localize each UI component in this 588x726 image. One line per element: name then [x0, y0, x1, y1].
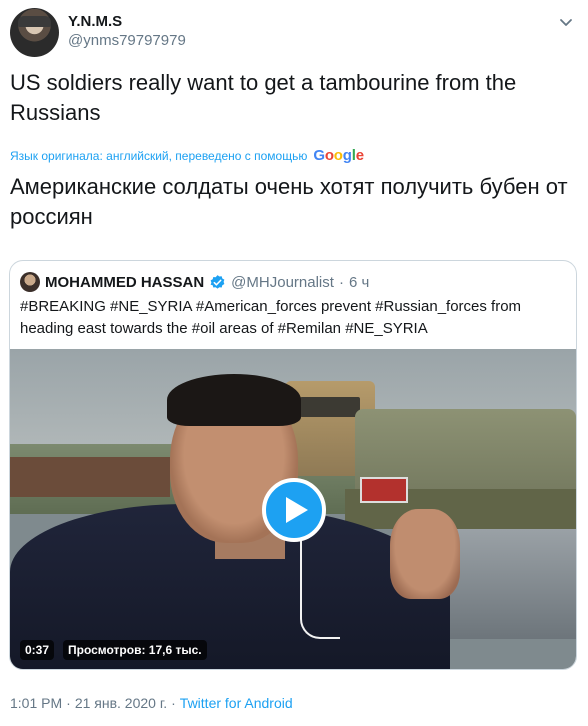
meta-separator-2: ·	[171, 695, 176, 711]
quoted-tweet-header: MOHAMMED HASSAN @MHJournalist · 6 ч	[20, 272, 369, 292]
author-display-name[interactable]: Y.N.M.S	[68, 13, 122, 30]
quoted-avatar[interactable]	[20, 272, 40, 292]
verified-badge-icon	[210, 274, 225, 289]
translation-note-label: Язык оригинала: английский, переведено с…	[10, 148, 308, 163]
meta-separator: ·	[66, 695, 71, 711]
quoted-handle[interactable]: @MHJournalist	[231, 274, 334, 291]
translation-note[interactable]: Язык оригинала: английский, переведено с…	[10, 147, 364, 164]
video-person-hair	[167, 374, 301, 426]
tweet-source-link[interactable]: Twitter for Android	[180, 695, 293, 711]
tweet-text: US soldiers really want to get a tambour…	[10, 70, 517, 125]
play-icon	[285, 497, 308, 523]
video-mrap-window	[300, 397, 360, 417]
play-button[interactable]	[262, 478, 326, 542]
video-flag-emblem	[360, 477, 408, 503]
quoted-separator: ·	[338, 273, 344, 291]
avatar[interactable]	[10, 8, 59, 57]
chevron-down-icon[interactable]	[558, 14, 574, 30]
google-logo: Google	[313, 147, 364, 164]
quoted-tweet-card[interactable]: MOHAMMED HASSAN @MHJournalist · 6 ч #BRE…	[9, 260, 577, 670]
tweet-metadata: 1:01 PM · 21 янв. 2020 г. · Twitter for Andr…	[10, 695, 293, 711]
video-player[interactable]: 0:37 Просмотров: 17,6 тыс.	[10, 349, 576, 669]
quoted-tweet-text: #BREAKING #NE_SYRIA #American_forces pre…	[20, 298, 522, 337]
quoted-time[interactable]: 6 ч	[349, 274, 369, 291]
video-person-hand	[390, 509, 460, 599]
tweet-time[interactable]: 1:01 PM	[10, 695, 62, 711]
video-dirt	[10, 457, 170, 497]
video-duration-badge: 0:37	[20, 640, 55, 660]
tweet: Y.N.M.S @ynms79797979 US soldiers really…	[0, 0, 588, 726]
quoted-display-name[interactable]: MOHAMMED HASSAN	[45, 274, 204, 291]
tweet-date[interactable]: 21 янв. 2020 г.	[75, 695, 167, 711]
author-handle[interactable]: @ynms79797979	[68, 32, 186, 49]
video-earphone-cable	[300, 539, 340, 639]
translated-text: Американские солдаты очень хотят получит…	[10, 174, 568, 229]
video-views-badge: Просмотров: 17,6 тыс.	[63, 640, 207, 660]
